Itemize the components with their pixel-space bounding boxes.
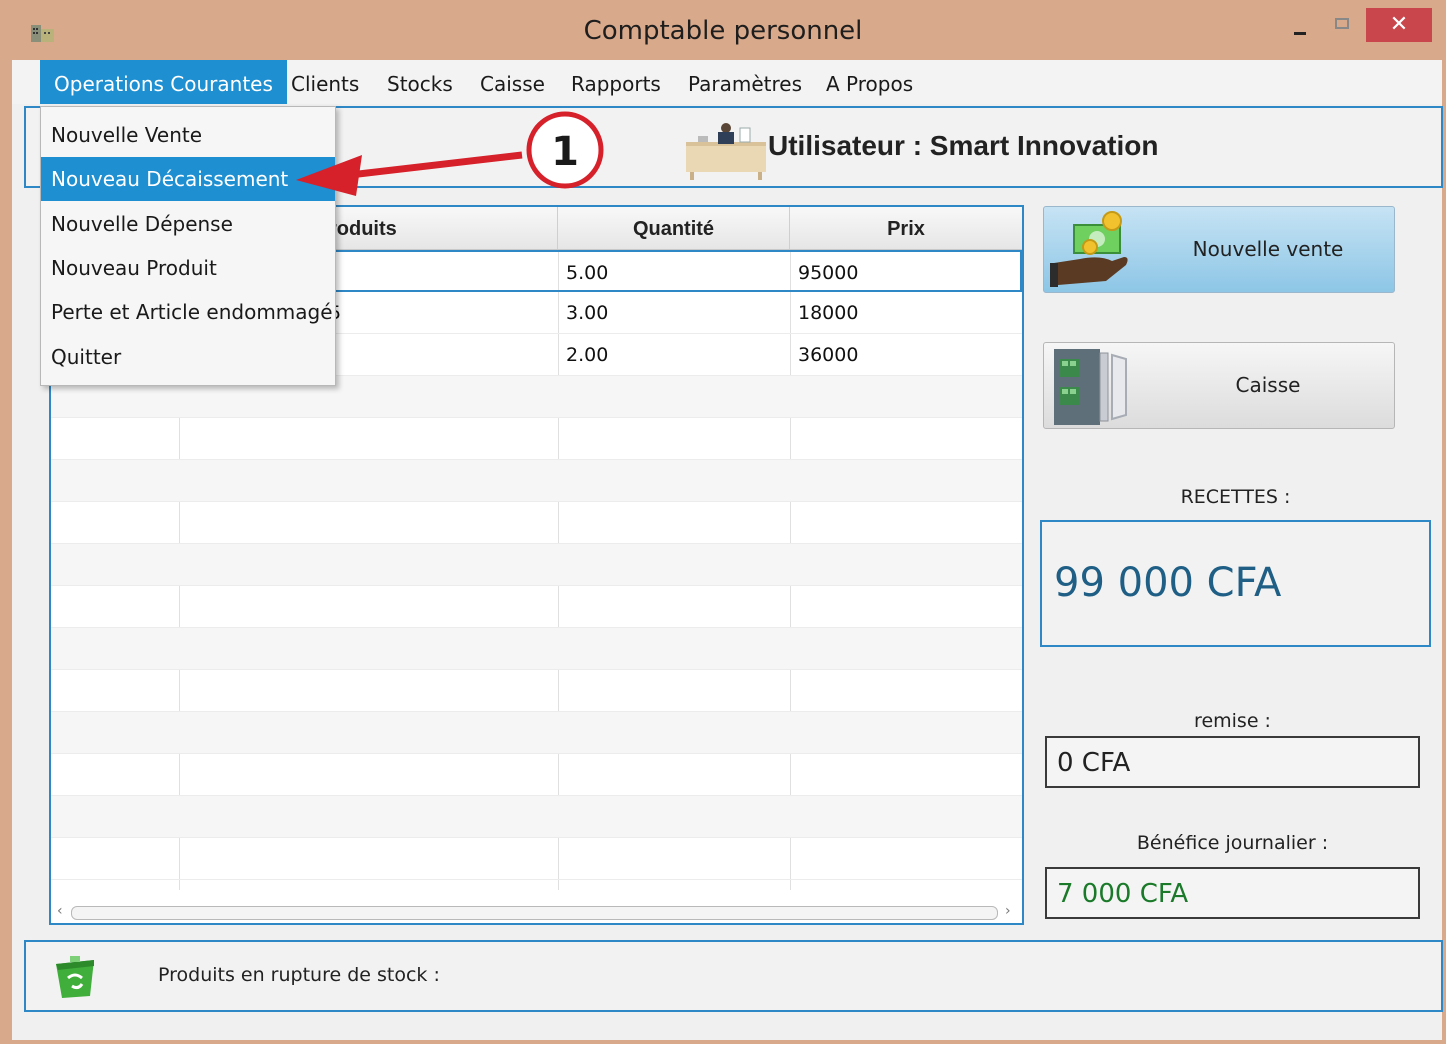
menuitem-nouvelle-depense[interactable]: Nouvelle Dépense <box>41 202 335 246</box>
benefice-field[interactable]: 7 000 CFA <box>1045 867 1420 919</box>
remise-field[interactable]: 0 CFA <box>1045 736 1420 788</box>
minimize-icon <box>1294 32 1306 35</box>
horizontal-scrollbar[interactable]: ‹ › <box>57 903 1016 921</box>
stock-alert-panel: Produits en rupture de stock : <box>24 940 1443 1012</box>
remise-label: remise : <box>1194 710 1271 732</box>
cell-prix: 18000 <box>798 302 859 324</box>
table-row-empty <box>51 712 1022 754</box>
operations-dropdown-menu: Nouvelle Vente Nouveau Décaissement Nouv… <box>40 106 336 386</box>
stock-alert-label: Produits en rupture de stock : <box>158 964 440 986</box>
window-title: Comptable personnel <box>583 16 863 46</box>
cell-prix: 36000 <box>798 344 859 366</box>
close-icon: ✕ <box>1389 12 1409 37</box>
benefice-value: 7 000 CFA <box>1057 879 1189 909</box>
column-header-prix[interactable]: Prix <box>790 207 1022 249</box>
cash-register-icon <box>1054 349 1127 425</box>
table-row-empty <box>51 502 1022 544</box>
remise-value: 0 CFA <box>1057 748 1131 778</box>
app-window: Comptable personnel ✕ Operations Courant… <box>0 0 1446 1044</box>
money-hand-icon <box>1050 211 1128 287</box>
menu-operations-courantes[interactable]: Operations Courantes <box>40 60 287 104</box>
cell-quantite: 3.00 <box>566 302 609 324</box>
scroll-right-icon[interactable]: › <box>1005 903 1011 919</box>
recettes-value: 99 000 CFA <box>1054 560 1282 606</box>
table-row-empty <box>51 754 1022 796</box>
menu-a-propos[interactable]: A Propos <box>812 60 927 104</box>
recettes-label: RECETTES : <box>1180 486 1291 508</box>
column-header-quantite[interactable]: Quantité <box>558 207 790 249</box>
table-row-empty <box>51 586 1022 628</box>
nouvelle-vente-button[interactable]: Nouvelle vente <box>1043 206 1395 293</box>
menuitem-perte-article[interactable]: Perte et Article endommagé <box>41 290 335 334</box>
table-row-empty <box>51 670 1022 712</box>
table-row-empty <box>51 544 1022 586</box>
minimize-button[interactable] <box>1282 8 1318 42</box>
menu-stocks[interactable]: Stocks <box>373 60 467 104</box>
menuitem-nouveau-decaissement[interactable]: Nouveau Décaissement <box>41 157 335 201</box>
user-label: Utilisateur : Smart Innovation <box>768 130 1159 161</box>
table-row-empty <box>51 628 1022 670</box>
caisse-label: Caisse <box>1235 373 1301 397</box>
scrollbar-thumb[interactable] <box>71 906 998 920</box>
client-area: Operations Courantes Clients Stocks Cais… <box>12 60 1443 1040</box>
nouvelle-vente-label: Nouvelle vente <box>1192 237 1344 261</box>
maximize-button[interactable] <box>1325 8 1361 42</box>
menu-bar: Operations Courantes Clients Stocks Cais… <box>12 60 1442 104</box>
menu-caisse[interactable]: Caisse <box>466 60 559 104</box>
table-row-empty <box>51 838 1022 880</box>
cell-prix: 95000 <box>798 262 859 284</box>
maximize-icon <box>1335 18 1349 29</box>
user-desk-icon <box>686 123 766 180</box>
caisse-button[interactable]: Caisse <box>1043 342 1395 429</box>
menuitem-quitter[interactable]: Quitter <box>41 335 335 379</box>
recycle-bin-icon <box>56 956 94 998</box>
cell-quantite: 2.00 <box>566 344 609 366</box>
table-row-empty <box>51 796 1022 838</box>
menuitem-nouvelle-vente[interactable]: Nouvelle Vente <box>41 113 335 157</box>
cell-quantite: 5.00 <box>566 262 609 284</box>
menu-rapports[interactable]: Rapports <box>557 60 675 104</box>
benefice-label: Bénéfice journalier : <box>1136 832 1329 854</box>
table-row-empty <box>51 460 1022 502</box>
menuitem-nouveau-produit[interactable]: Nouveau Produit <box>41 246 335 290</box>
scroll-left-icon[interactable]: ‹ <box>57 903 63 919</box>
close-button[interactable]: ✕ <box>1366 8 1432 42</box>
recettes-display: 99 000 CFA <box>1040 520 1431 647</box>
menu-clients[interactable]: Clients <box>277 60 373 104</box>
title-bar[interactable]: Comptable personnel ✕ <box>0 0 1446 60</box>
table-row-empty <box>51 418 1022 460</box>
menu-parametres[interactable]: Paramètres <box>674 60 816 104</box>
